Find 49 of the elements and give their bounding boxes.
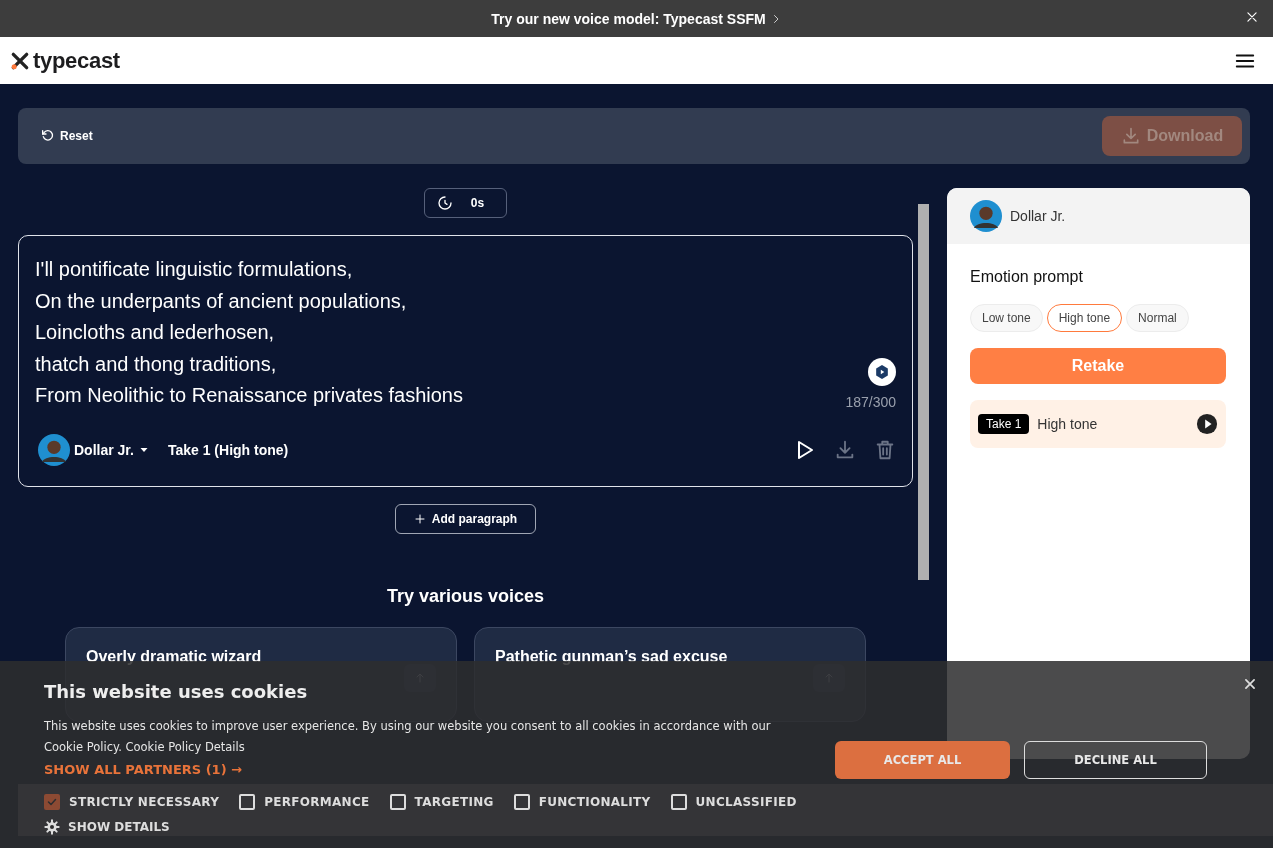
take-name: High tone	[1037, 416, 1098, 432]
show-details-button[interactable]: SHOW DETAILS	[44, 819, 170, 835]
emotion-chip[interactable]: Normal	[1126, 304, 1189, 332]
voice-card-title: Overly dramatic wizard	[86, 647, 262, 666]
script-text[interactable]: I'll pontificate linguistic formulations, On the underpants of ancient populations, Loincloths and lederhosen, thatch and thong traditions, From Neolithic to Renaissance privates fashions	[35, 254, 846, 412]
take-item[interactable]: Take 1 High tone	[970, 400, 1226, 448]
close-button[interactable]	[1245, 10, 1259, 24]
take-label: Take 1 (High tone)	[167, 441, 289, 458]
take-badge: Take 1	[978, 414, 1030, 434]
download-button[interactable]	[834, 438, 856, 461]
close-icon	[1243, 677, 1257, 691]
add-paragraph-button[interactable]: Add paragraph	[394, 503, 537, 534]
avatar-icon	[970, 200, 1002, 232]
logo-text: typecast	[33, 47, 120, 74]
voice-name: Dollar Jr.	[1010, 208, 1066, 224]
plus-icon	[413, 512, 426, 525]
cookie-category-checkbox[interactable]: UNCLASSIFIED	[670, 794, 797, 810]
emotion-chip[interactable]: High tone	[1046, 304, 1123, 332]
cookie-text: This website uses cookies to improve user experience. By using our website you consent to all cookies in accordance with our Cookie Policy. Cookie Policy Details	[44, 718, 772, 756]
section-title: Try various voices	[386, 585, 545, 607]
close-button[interactable]	[1243, 677, 1257, 691]
decline-all-button[interactable]: DECLINE ALL	[1024, 741, 1207, 779]
play-badge-icon	[868, 357, 896, 386]
gear-icon	[44, 819, 60, 835]
trash-icon	[874, 438, 896, 461]
duration-text: 0s	[470, 196, 485, 210]
cookie-title: This website uses cookies	[44, 681, 309, 702]
reset-icon	[40, 128, 56, 144]
timer-icon	[436, 195, 453, 211]
delete-button[interactable]	[874, 438, 896, 461]
scrollbar-thumb[interactable]	[918, 204, 929, 580]
logo-mark-icon	[10, 50, 30, 71]
emotion-title: Emotion prompt	[970, 268, 1084, 286]
voice-selector[interactable]: Dollar Jr.	[38, 433, 150, 466]
cookie-policy-link[interactable]: Cookie Policy Details	[125, 740, 245, 754]
emotion-chip[interactable]: Low tone	[970, 304, 1043, 332]
cookie-category-checkbox[interactable]: STRICTLY NECESSARY	[44, 794, 220, 810]
show-partners-link[interactable]: SHOW ALL PARTNERS (1) →	[44, 762, 242, 777]
download-icon	[834, 438, 856, 461]
close-icon	[1245, 10, 1259, 24]
cookie-category-checkbox[interactable]: TARGETING	[389, 794, 494, 810]
play-circle-icon	[1196, 413, 1218, 435]
character-count: 187/300	[845, 393, 896, 410]
cookie-category-checkbox[interactable]: PERFORMANCE	[239, 794, 370, 810]
reset-button[interactable]: Reset	[40, 128, 93, 144]
cookie-category-checkbox[interactable]: FUNCTIONALITY	[513, 794, 651, 810]
avatar-icon	[38, 433, 70, 466]
announcement-link[interactable]: Try our new voice model: Typecast SSFM	[491, 10, 766, 27]
voice-card-title: Pathetic gunman’s sad excuse	[495, 647, 728, 666]
